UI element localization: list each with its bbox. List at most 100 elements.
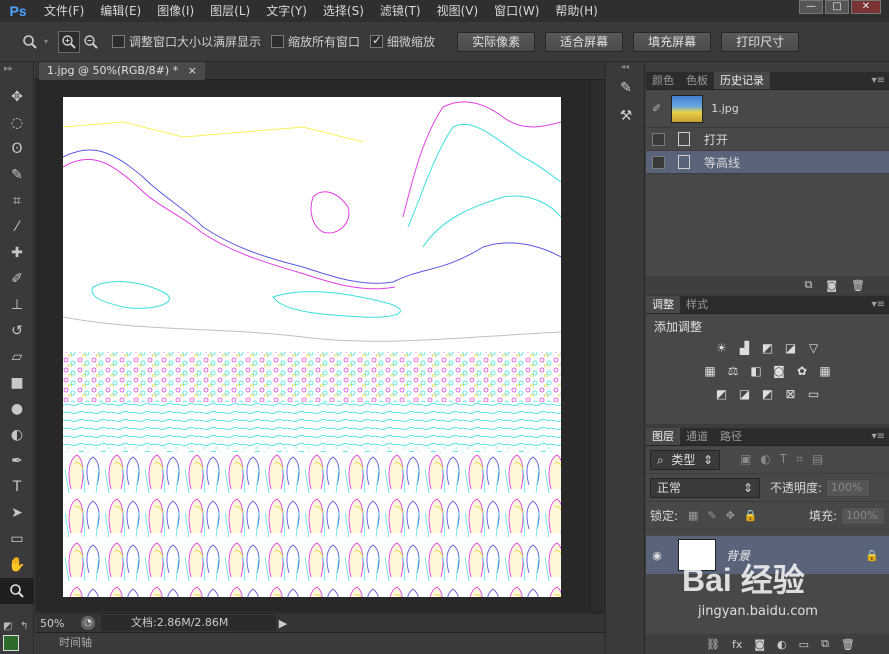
fit-screen-button[interactable]: 适合屏幕 — [545, 31, 624, 52]
fill-screen-button[interactable]: 填充屏幕 — [633, 31, 712, 52]
color-balance-icon[interactable]: ⚖ — [725, 364, 742, 379]
history-state-contour[interactable]: 等高线 — [646, 151, 889, 174]
image-canvas[interactable] — [63, 97, 561, 597]
menu-type[interactable]: 文字(Y) — [258, 0, 315, 22]
tab-paths[interactable]: 路径 — [714, 428, 748, 445]
eraser-tool-icon[interactable]: ▱ — [0, 344, 34, 370]
zoom-all-checkbox[interactable]: 缩放所有窗口 — [271, 33, 360, 50]
tab-channels[interactable]: 通道 — [680, 428, 714, 445]
toolbox-collapse-icon[interactable]: ▸▸ — [0, 62, 33, 84]
history-brush-source-box[interactable] — [652, 132, 665, 146]
add-mask-icon[interactable]: ◙ — [754, 638, 765, 651]
document-tab[interactable]: 1.jpg @ 50%(RGB/8#) * × — [39, 62, 205, 80]
path-select-tool-icon[interactable]: ➤ — [0, 500, 34, 526]
menu-window[interactable]: 窗口(W) — [486, 0, 547, 22]
tab-layers[interactable]: 图层 — [646, 428, 680, 445]
zoom-tool-preset-icon[interactable] — [16, 31, 44, 53]
history-brush-source-box[interactable] — [652, 155, 665, 169]
history-brush-tool-icon[interactable]: ↺ — [0, 318, 34, 344]
delete-layer-icon[interactable]: 🗑 — [841, 638, 855, 651]
document-tab-close-icon[interactable]: × — [188, 64, 197, 77]
posterize-icon[interactable]: ◪ — [736, 387, 753, 402]
brightness-contrast-icon[interactable]: ☀ — [713, 341, 730, 356]
eye-icon[interactable]: ◉ — [646, 549, 668, 562]
scrubby-zoom-checkbox[interactable]: 细微缩放 — [370, 33, 435, 50]
history-state-open[interactable]: 打开 — [646, 128, 889, 151]
layer-style-icon[interactable]: fx — [732, 638, 742, 651]
invert-icon[interactable]: ◩ — [713, 387, 730, 402]
history-snapshot[interactable]: ✐ 1.jpg — [646, 90, 889, 128]
vibrance-icon[interactable]: ▽ — [805, 341, 822, 356]
lock-options-icons[interactable]: ▦✎✥🔒 — [688, 509, 767, 522]
adjustments-panel-menu-icon[interactable]: ▾≡ — [872, 296, 885, 313]
opacity-field[interactable]: 100% — [826, 478, 871, 497]
menu-layer[interactable]: 图层(L) — [202, 0, 258, 22]
zoom-tool-icon[interactable] — [0, 578, 34, 604]
tab-adjustments[interactable]: 调整 — [646, 296, 680, 313]
black-white-icon[interactable]: ◧ — [748, 364, 765, 379]
link-layers-icon[interactable]: ⛓ — [706, 638, 720, 651]
move-tool-icon[interactable]: ✥ — [0, 84, 34, 110]
zoom-out-icon[interactable] — [80, 31, 102, 53]
gradient-map-icon[interactable]: ▭ — [805, 387, 822, 402]
clone-stamp-tool-icon[interactable]: ⊥ — [0, 292, 34, 318]
tool-presets-icon[interactable]: ⚒ — [611, 104, 641, 128]
delete-state-icon[interactable]: 🗑 — [851, 279, 865, 292]
layer-filter-icons[interactable]: ▣◐T⌗▤ — [740, 452, 832, 467]
menu-image[interactable]: 图像(I) — [149, 0, 202, 22]
default-colors-icon[interactable]: ◩ — [3, 621, 12, 632]
exposure-icon[interactable]: ◪ — [782, 341, 799, 356]
eyedropper-tool-icon[interactable]: ⁄ — [0, 214, 34, 240]
resize-windows-check-icon[interactable] — [112, 35, 126, 48]
strip-collapse-icon[interactable]: ◂◂ — [606, 62, 644, 72]
color-lookup-icon[interactable]: ▦ — [817, 364, 834, 379]
curves-icon[interactable]: ◩ — [759, 341, 776, 356]
brush-tool-icon[interactable]: ✐ — [0, 266, 34, 292]
maximize-button[interactable]: □ — [825, 0, 849, 14]
swap-colors-icon[interactable]: ↰ — [20, 621, 28, 632]
dodge-tool-icon[interactable]: ◐ — [0, 422, 34, 448]
layer-filter-kind-dropdown[interactable]: ⌕ 类型 ⇕ — [650, 449, 720, 470]
menu-help[interactable]: 帮助(H) — [547, 0, 605, 22]
adjustment-layer-icon[interactable]: ◐ — [777, 638, 787, 651]
crop-tool-icon[interactable]: ⌗ — [0, 188, 34, 214]
tab-swatches[interactable]: 色板 — [680, 72, 714, 89]
shape-tool-icon[interactable]: ▭ — [0, 526, 34, 552]
new-layer-icon[interactable]: ⧉ — [821, 637, 829, 651]
tab-history[interactable]: 历史记录 — [714, 72, 770, 89]
lasso-tool-icon[interactable]: ʘ — [0, 136, 34, 162]
status-menu-arrow-icon[interactable]: ▶ — [276, 617, 290, 630]
vertical-scrollbar[interactable] — [591, 80, 605, 611]
levels-icon[interactable]: ▟ — [736, 341, 753, 356]
new-document-from-state-icon[interactable]: ⧉ — [804, 278, 812, 292]
blur-tool-icon[interactable]: ● — [0, 396, 34, 422]
marquee-tool-icon[interactable]: ◌ — [0, 110, 34, 136]
hand-tool-icon[interactable]: ✋ — [0, 552, 34, 578]
pen-tool-icon[interactable]: ✒ — [0, 448, 34, 474]
actual-pixels-button[interactable]: 实际像素 — [457, 31, 536, 52]
hue-saturation-icon[interactable]: ▦ — [702, 364, 719, 379]
menu-edit[interactable]: 编辑(E) — [92, 0, 149, 22]
new-group-icon[interactable]: ▭ — [799, 638, 809, 651]
gradient-tool-icon[interactable]: ■ — [0, 370, 34, 396]
resize-windows-checkbox[interactable]: 调整窗口大小以满屏显示 — [112, 33, 261, 50]
status-info-icon[interactable]: ◔ — [81, 616, 95, 630]
history-panel-menu-icon[interactable]: ▾≡ — [872, 72, 885, 89]
print-size-button[interactable]: 打印尺寸 — [721, 31, 800, 52]
menu-filter[interactable]: 滤镜(T) — [372, 0, 429, 22]
zoom-all-check-icon[interactable] — [271, 35, 285, 48]
photo-filter-icon[interactable]: ◙ — [771, 364, 788, 379]
zoom-level-field[interactable]: 50% — [35, 617, 75, 630]
scrubby-zoom-check-icon[interactable] — [370, 33, 384, 48]
minimize-button[interactable]: — — [799, 0, 823, 14]
quick-select-tool-icon[interactable]: ✎ — [0, 162, 34, 188]
fill-field[interactable]: 100% — [841, 506, 885, 525]
healing-brush-tool-icon[interactable]: ✚ — [0, 240, 34, 266]
tab-color[interactable]: 颜色 — [646, 72, 680, 89]
selective-color-icon[interactable]: ⊠ — [782, 387, 799, 402]
channel-mixer-icon[interactable]: ✿ — [794, 364, 811, 379]
threshold-icon[interactable]: ◩ — [759, 387, 776, 402]
menu-select[interactable]: 选择(S) — [315, 0, 372, 22]
blend-mode-dropdown[interactable]: 正常 ⇕ — [650, 477, 760, 498]
menu-view[interactable]: 视图(V) — [429, 0, 487, 22]
